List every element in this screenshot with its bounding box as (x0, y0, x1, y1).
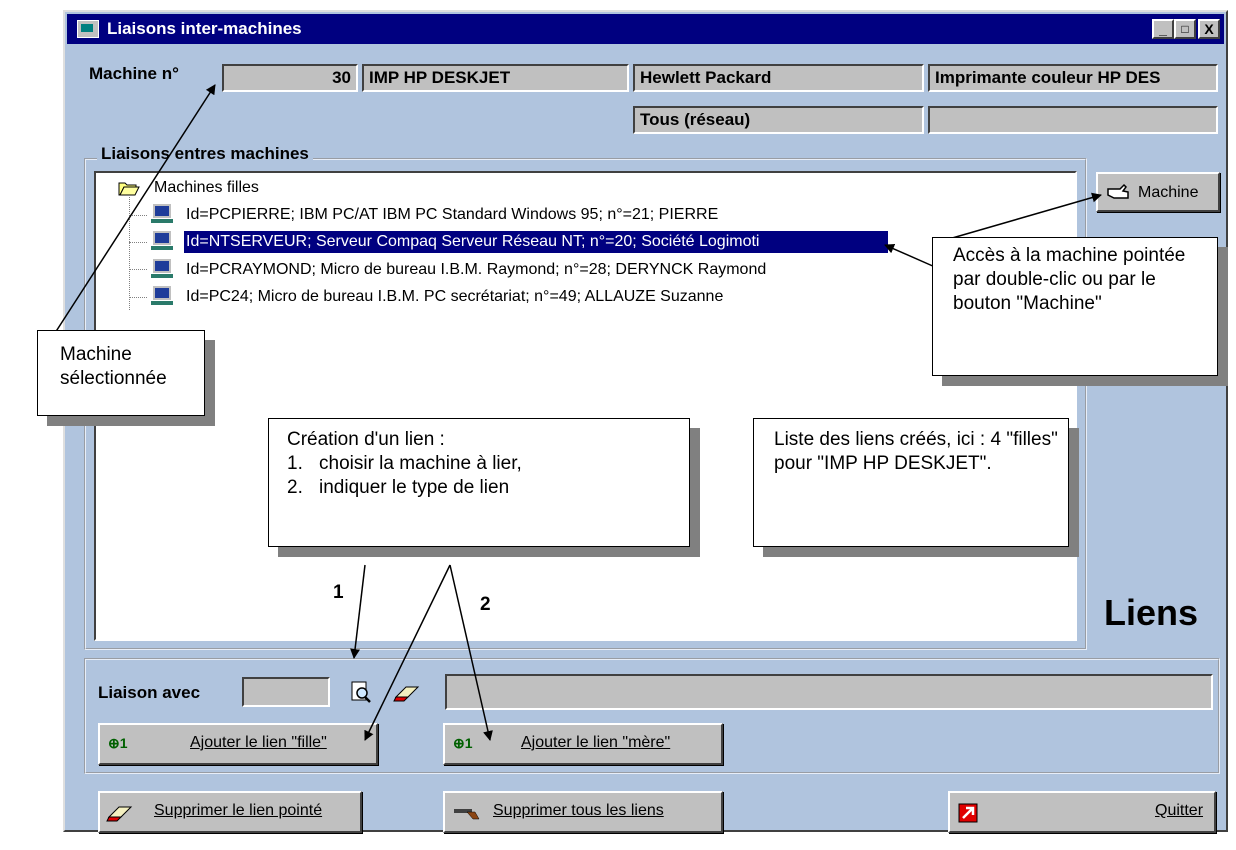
marker-2: 2 (480, 594, 491, 615)
access-callout: Accès à la machine pointée par double-cl… (932, 237, 1218, 376)
links-list-callout: Liste des liens créés, ici : 4 "filles" … (753, 418, 1069, 547)
creation-callout-title: Création d'un lien : (287, 429, 445, 450)
selected-machine-callout: Machine sélectionnée (37, 330, 205, 416)
step-one-number: 1. (287, 453, 303, 474)
step-two-number: 2. (287, 477, 303, 498)
marker-1: 1 (333, 582, 344, 603)
creation-callout: Création d'un lien : 1. choisir la machi… (268, 418, 690, 547)
creation-step: indiquer le type de lien (319, 477, 510, 498)
creation-step: choisir la machine à lier, (319, 453, 522, 474)
